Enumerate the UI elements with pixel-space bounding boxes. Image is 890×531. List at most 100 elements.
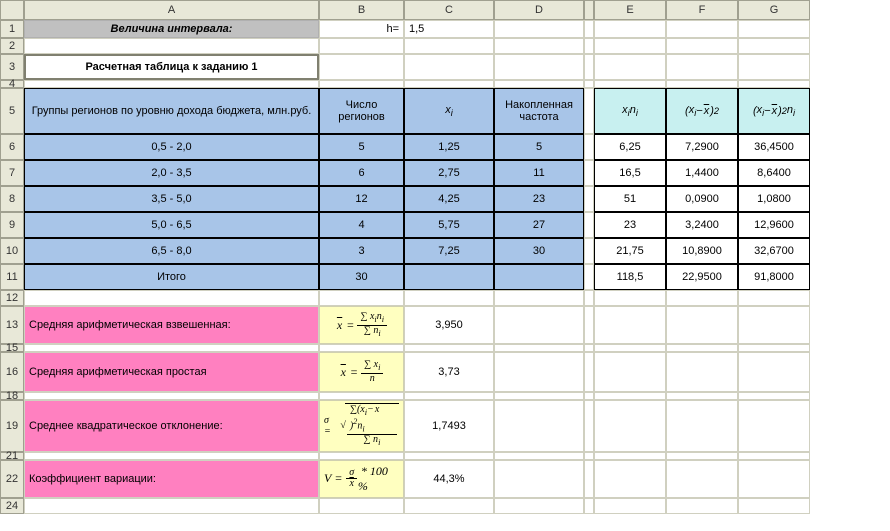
table-cell[interactable]: 6,5 - 8,0 [24, 238, 319, 264]
table-cell[interactable]: 21,75 [594, 238, 666, 264]
table-cell[interactable]: 1,25 [404, 134, 494, 160]
col-header-D[interactable]: D [494, 0, 584, 20]
table-cell[interactable]: 12,9600 [738, 212, 810, 238]
table-cell[interactable]: 5 [494, 134, 584, 160]
cv-label[interactable]: Коэффициент вариации: [24, 460, 319, 498]
th-xi[interactable]: xi [404, 88, 494, 134]
th-groups[interactable]: Группы регионов по уровню дохода бюджета… [24, 88, 319, 134]
cell-G22[interactable] [738, 460, 810, 498]
cell-D16[interactable] [494, 352, 584, 392]
row-header-12[interactable]: 12 [0, 290, 24, 306]
cell-F1[interactable] [666, 20, 738, 38]
cell-F12[interactable] [666, 290, 738, 306]
cell-C4[interactable] [404, 80, 494, 88]
cell-D1[interactable] [494, 20, 584, 38]
cell-E21[interactable] [594, 452, 666, 460]
cell-F18[interactable] [666, 392, 738, 400]
cell-F15[interactable] [666, 344, 738, 352]
col-header-C[interactable]: C [404, 0, 494, 20]
cell-C12[interactable] [404, 290, 494, 306]
table-cell[interactable]: 30 [494, 238, 584, 264]
cell-E22[interactable] [594, 460, 666, 498]
col-header-G[interactable]: G [738, 0, 810, 20]
table-cell[interactable]: 32,6700 [738, 238, 810, 264]
row-header-8[interactable]: 8 [0, 186, 24, 212]
table-cell[interactable]: 1,4400 [666, 160, 738, 186]
table-cell[interactable]: 3,5 - 5,0 [24, 186, 319, 212]
table-cell[interactable]: 5,75 [404, 212, 494, 238]
row-header-21[interactable]: 21 [0, 452, 24, 460]
cell-F19[interactable] [666, 400, 738, 452]
cell-F13[interactable] [666, 306, 738, 344]
row-header-2[interactable]: 2 [0, 38, 24, 54]
row-header-7[interactable]: 7 [0, 160, 24, 186]
cell-E19[interactable] [594, 400, 666, 452]
cell-G18[interactable] [738, 392, 810, 400]
table-title[interactable]: Расчетная таблица к заданию 1 [24, 54, 319, 80]
cell-G16[interactable] [738, 352, 810, 392]
cell-B15[interactable] [319, 344, 404, 352]
cell-B2[interactable] [319, 38, 404, 54]
total-label[interactable]: Итого [24, 264, 319, 290]
cell-B12[interactable] [319, 290, 404, 306]
cell-E4[interactable] [594, 80, 666, 88]
table-cell[interactable]: 23 [494, 186, 584, 212]
cell-A2[interactable] [24, 38, 319, 54]
table-cell[interactable]: 5 [319, 134, 404, 160]
col-header-E[interactable]: E [594, 0, 666, 20]
cell-B3[interactable] [319, 54, 404, 80]
cell-E24[interactable] [594, 498, 666, 514]
cell-F2[interactable] [666, 38, 738, 54]
cell-G12[interactable] [738, 290, 810, 306]
total-xini[interactable]: 118,5 [594, 264, 666, 290]
row-header-13[interactable]: 13 [0, 306, 24, 344]
table-cell[interactable]: 16,5 [594, 160, 666, 186]
cell-F22[interactable] [666, 460, 738, 498]
cell-E12[interactable] [594, 290, 666, 306]
cell-D24[interactable] [494, 498, 584, 514]
mean-simple-label[interactable]: Средняя арифметическая простая [24, 352, 319, 392]
interval-title[interactable]: Величина интервала: [24, 20, 319, 38]
cell-G19[interactable] [738, 400, 810, 452]
h-value[interactable]: 1,5 [404, 20, 494, 38]
cell-B24[interactable] [319, 498, 404, 514]
cell-E13[interactable] [594, 306, 666, 344]
th-cum[interactable]: Накопленная частота [494, 88, 584, 134]
cell-B21[interactable] [319, 452, 404, 460]
cell-D3[interactable] [494, 54, 584, 80]
cell-C21[interactable] [404, 452, 494, 460]
cell-C15[interactable] [404, 344, 494, 352]
cell-E2[interactable] [594, 38, 666, 54]
table-cell[interactable]: 7,25 [404, 238, 494, 264]
th-dev2n[interactable]: (xi − x)2ni [738, 88, 810, 134]
cell-A4[interactable] [24, 80, 319, 88]
cell-F21[interactable] [666, 452, 738, 460]
row-header-15[interactable]: 15 [0, 344, 24, 352]
cell-G3[interactable] [738, 54, 810, 80]
total-dev2[interactable]: 22,9500 [666, 264, 738, 290]
cell-D21[interactable] [494, 452, 584, 460]
cell-A15[interactable] [24, 344, 319, 352]
th-dev2[interactable]: (xi − x)2 [666, 88, 738, 134]
stddev-value[interactable]: 1,7493 [404, 400, 494, 452]
cell-E16[interactable] [594, 352, 666, 392]
cell-D2[interactable] [494, 38, 584, 54]
table-cell[interactable]: 5,0 - 6,5 [24, 212, 319, 238]
row-header-5[interactable]: 5 [0, 88, 24, 134]
cell-F4[interactable] [666, 80, 738, 88]
table-cell[interactable]: 3 [319, 238, 404, 264]
cell-D11[interactable] [494, 264, 584, 290]
table-cell[interactable]: 8,6400 [738, 160, 810, 186]
table-cell[interactable]: 2,75 [404, 160, 494, 186]
row-header-6[interactable]: 6 [0, 134, 24, 160]
cell-D18[interactable] [494, 392, 584, 400]
cell-G1[interactable] [738, 20, 810, 38]
cell-C18[interactable] [404, 392, 494, 400]
table-cell[interactable]: 11 [494, 160, 584, 186]
cell-G4[interactable] [738, 80, 810, 88]
row-header-22[interactable]: 22 [0, 460, 24, 498]
cell-G15[interactable] [738, 344, 810, 352]
cell-F16[interactable] [666, 352, 738, 392]
cell-A21[interactable] [24, 452, 319, 460]
mean-weighted-value[interactable]: 3,950 [404, 306, 494, 344]
